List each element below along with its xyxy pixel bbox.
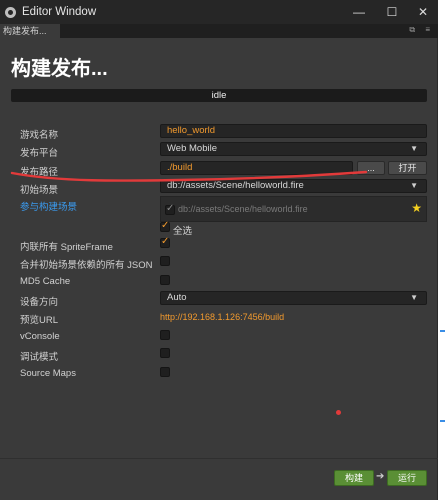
arrow-right-icon: ➔ bbox=[376, 471, 385, 482]
platform-select[interactable]: Web Mobile ▼ bbox=[160, 142, 427, 156]
start-scene-label: 初始场景 bbox=[20, 185, 59, 196]
close-icon[interactable]: ✕ bbox=[408, 0, 438, 24]
orientation-select[interactable]: Auto ▼ bbox=[160, 291, 427, 305]
right-edge bbox=[439, 24, 445, 500]
scenes-label: 参与构建场景 bbox=[20, 202, 78, 213]
inline-spriteframe-label: 内联所有 SpriteFrame bbox=[20, 242, 113, 253]
merge-json-label: 合并初始场景依赖的所有 JSON bbox=[20, 260, 153, 271]
md5-checkbox[interactable] bbox=[160, 275, 170, 285]
scene-path: db://assets/Scene/helloworld.fire bbox=[178, 204, 308, 214]
preview-url-link[interactable]: http://192.168.1.126:7456/build bbox=[160, 312, 284, 322]
red-dot-annotation bbox=[336, 410, 341, 415]
select-all-label: 全选 bbox=[173, 226, 193, 237]
start-scene-select[interactable]: db://assets/Scene/helloworld.fire ▼ bbox=[160, 179, 427, 193]
build-path-label: 发布路径 bbox=[20, 167, 59, 178]
sourcemaps-checkbox[interactable] bbox=[160, 367, 170, 377]
scene-list: db://assets/Scene/helloworld.fire ★ bbox=[160, 196, 427, 222]
app-icon bbox=[5, 6, 16, 18]
chevron-down-icon: ▼ bbox=[410, 181, 418, 190]
select-all-checkbox[interactable] bbox=[160, 220, 170, 232]
vconsole-checkbox[interactable] bbox=[160, 330, 170, 340]
md5-label: MD5 Cache bbox=[20, 276, 71, 287]
inline-spriteframe-checkbox[interactable] bbox=[160, 236, 170, 248]
page-title: 构建发布... bbox=[11, 58, 108, 80]
merge-json-checkbox[interactable] bbox=[160, 256, 170, 266]
open-folder-button[interactable]: 打开 bbox=[388, 161, 427, 175]
orientation-value: Auto bbox=[167, 292, 187, 303]
window-title: Editor Window bbox=[22, 6, 97, 18]
chevron-down-icon: ▼ bbox=[410, 293, 418, 302]
maximize-icon[interactable]: ☐ bbox=[377, 0, 407, 24]
title-bar: Editor Window — ☐ ✕ bbox=[0, 0, 438, 24]
footer-divider bbox=[0, 458, 438, 459]
star-icon[interactable]: ★ bbox=[411, 201, 422, 215]
start-scene-value: db://assets/Scene/helloworld.fire bbox=[167, 180, 304, 191]
platform-value: Web Mobile bbox=[167, 143, 217, 154]
tab-build[interactable]: 构建发布... bbox=[0, 24, 60, 38]
tab-bar: 构建发布... ⧉ ≡ bbox=[0, 24, 438, 38]
sourcemaps-label: Source Maps bbox=[20, 368, 76, 379]
minimize-icon[interactable]: — bbox=[344, 0, 374, 24]
edge-marker bbox=[440, 420, 445, 422]
editor-window: Editor Window — ☐ ✕ 构建发布... ⧉ ≡ 构建发布... … bbox=[0, 0, 438, 500]
tab-menu-icon[interactable]: ⧉ ≡ bbox=[409, 25, 434, 35]
scene-checkbox[interactable] bbox=[165, 203, 175, 215]
chevron-down-icon: ▼ bbox=[410, 144, 418, 153]
orientation-label: 设备方向 bbox=[20, 297, 59, 308]
build-path-input[interactable]: ./build bbox=[160, 161, 353, 175]
browse-button[interactable]: ... bbox=[357, 161, 385, 175]
run-button[interactable]: 运行 bbox=[387, 470, 427, 486]
game-name-label: 游戏名称 bbox=[20, 130, 59, 141]
preview-url-label: 预览URL bbox=[20, 315, 59, 326]
debug-label: 调试模式 bbox=[20, 352, 59, 363]
edge-marker bbox=[440, 330, 445, 332]
platform-label: 发布平台 bbox=[20, 148, 59, 159]
vconsole-label: vConsole bbox=[20, 331, 60, 342]
status-bar: idle bbox=[11, 89, 427, 102]
build-button[interactable]: 构建 bbox=[334, 470, 374, 486]
debug-checkbox[interactable] bbox=[160, 348, 170, 358]
game-name-input[interactable]: hello_world bbox=[160, 124, 427, 138]
